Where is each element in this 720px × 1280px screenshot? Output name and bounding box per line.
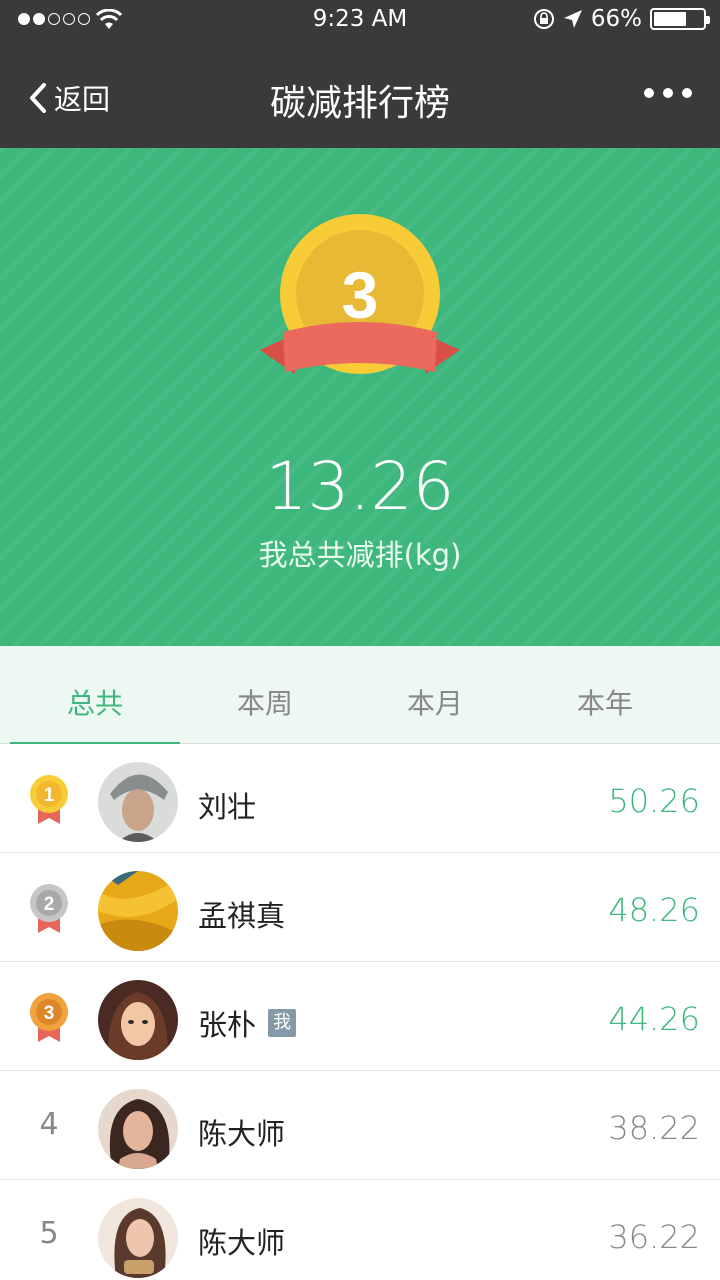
avatar bbox=[98, 980, 178, 1060]
silver-medal-icon: 2 bbox=[30, 884, 68, 933]
ranking-list: 1 刘壮 50.26 2 孟祺真 48.26 3 张朴 我 44.26 4 陈大… bbox=[0, 744, 720, 1280]
avatar bbox=[98, 762, 178, 842]
user-name: 孟祺真 bbox=[198, 899, 286, 933]
list-item[interactable]: 2 孟祺真 48.26 bbox=[0, 853, 720, 962]
list-item[interactable]: 4 陈大师 38.22 bbox=[0, 1071, 720, 1180]
bronze-medal-icon: 3 bbox=[30, 993, 68, 1042]
tab-year[interactable]: 本年 bbox=[520, 646, 690, 744]
period-tabs: 总共 本周 本月 本年 bbox=[0, 646, 720, 745]
page-title: 碳减排行榜 bbox=[269, 83, 450, 124]
user-name: 陈大师 bbox=[198, 1117, 286, 1151]
user-name: 张朴 bbox=[198, 1008, 257, 1042]
location-arrow-icon bbox=[563, 10, 582, 28]
tab-total[interactable]: 总共 bbox=[10, 646, 180, 745]
avatar bbox=[98, 871, 178, 951]
rank-number: 5 bbox=[39, 1216, 59, 1251]
battery-fill bbox=[654, 12, 686, 26]
list-item[interactable]: 5 陈大师 36.22 bbox=[0, 1180, 720, 1280]
my-rank-number: 3 bbox=[342, 258, 379, 332]
more-dots-icon[interactable] bbox=[644, 88, 692, 98]
total-reduction-caption: 我总共减排(kg) bbox=[258, 538, 462, 572]
tab-week[interactable]: 本周 bbox=[180, 646, 350, 744]
orientation-lock-icon bbox=[533, 9, 554, 29]
me-badge: 我 bbox=[268, 1009, 297, 1037]
battery-percent: 66% bbox=[590, 6, 642, 32]
list-item[interactable]: 3 张朴 我 44.26 bbox=[0, 962, 720, 1071]
rank-number: 3 bbox=[44, 1003, 55, 1024]
gold-medal-icon: 1 bbox=[30, 775, 68, 824]
tab-month[interactable]: 本月 bbox=[350, 646, 520, 744]
battery-icon bbox=[650, 8, 710, 30]
rank-number: 4 bbox=[39, 1107, 59, 1142]
avatar bbox=[98, 1198, 178, 1278]
user-score: 44.26 bbox=[608, 1000, 700, 1038]
rank-medal-icon: 3 bbox=[260, 214, 460, 374]
total-reduction-value: 13.26 bbox=[265, 448, 455, 525]
user-name: 陈大师 bbox=[198, 1226, 286, 1260]
user-score: 38.22 bbox=[608, 1109, 700, 1147]
user-score: 36.22 bbox=[608, 1218, 700, 1256]
status-bar: 9:23 AM 66% bbox=[0, 0, 720, 44]
user-name: 刘壮 bbox=[198, 790, 257, 824]
rank-number: 1 bbox=[44, 785, 55, 806]
avatar bbox=[98, 1089, 178, 1169]
nav-bar: 返回 碳减排行榜 bbox=[0, 44, 720, 148]
list-item[interactable]: 1 刘壮 50.26 bbox=[0, 744, 720, 853]
hero-banner: 3 13.26 我总共减排(kg) bbox=[0, 148, 720, 646]
user-score: 50.26 bbox=[608, 782, 700, 820]
rank-number: 2 bbox=[44, 894, 55, 915]
user-score: 48.26 bbox=[608, 891, 700, 929]
